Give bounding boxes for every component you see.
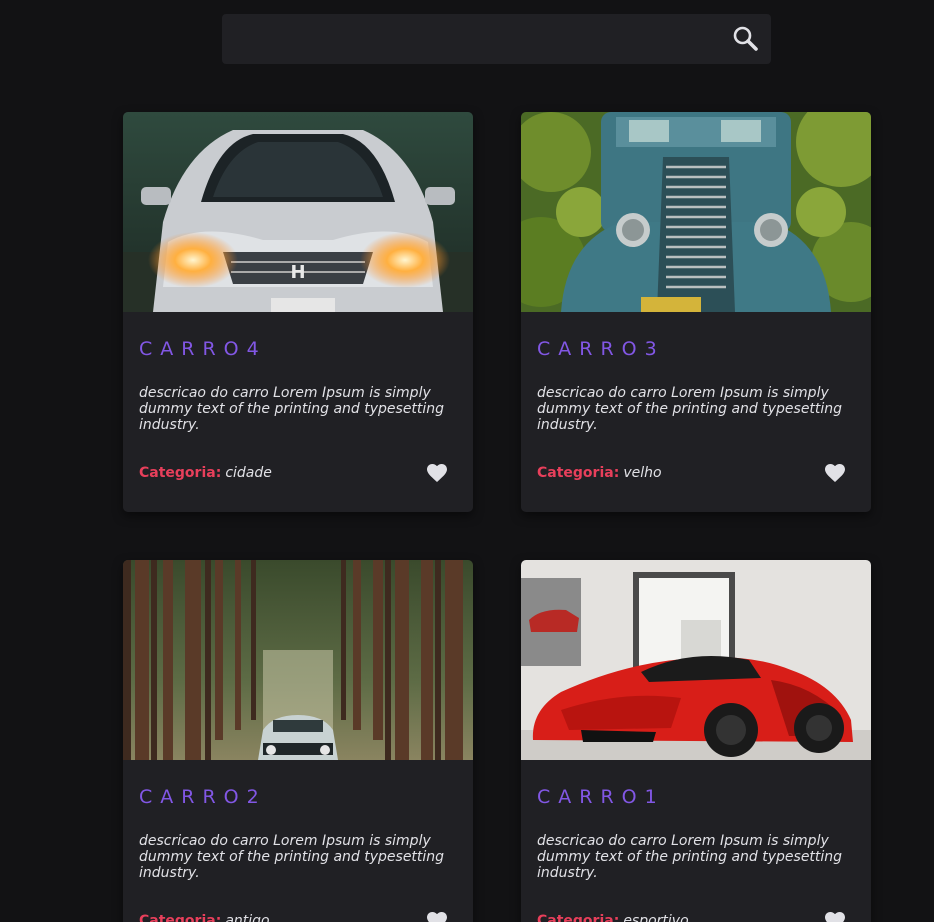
- card-footer: Categoria: esportivo: [537, 910, 855, 922]
- favorite-button[interactable]: [425, 909, 449, 922]
- car-card: CARRO2 descricao do carro Lorem Ipsum is…: [123, 560, 473, 922]
- car-title: CARRO2: [139, 786, 267, 808]
- car-image: [521, 560, 871, 760]
- card-footer: Categoria: velho: [537, 462, 855, 486]
- car-image: H: [123, 112, 473, 312]
- svg-text:H: H: [290, 262, 305, 283]
- category-label: Categoria:: [139, 465, 222, 481]
- car-description: descricao do carro Lorem Ipsum is simply…: [537, 385, 843, 433]
- car-description: descricao do carro Lorem Ipsum is simply…: [537, 833, 843, 881]
- car-card: CARRO3 descricao do carro Lorem Ipsum is…: [521, 112, 871, 512]
- card-footer: Categoria: cidade: [139, 462, 457, 486]
- category-label: Categoria:: [537, 465, 620, 481]
- heart-icon: [825, 464, 845, 482]
- search-bar: [222, 14, 771, 64]
- favorite-button[interactable]: [425, 461, 449, 485]
- car-title: CARRO4: [139, 338, 267, 360]
- search-button[interactable]: [731, 24, 761, 54]
- category-value: velho: [623, 465, 662, 481]
- category-value: esportivo: [623, 913, 689, 922]
- category-label: Categoria:: [537, 913, 620, 922]
- heart-icon: [825, 912, 845, 922]
- car-title: CARRO1: [537, 786, 665, 808]
- heart-icon: [427, 464, 447, 482]
- favorite-button[interactable]: [823, 461, 847, 485]
- car-description: descricao do carro Lorem Ipsum is simply…: [139, 833, 445, 881]
- car-card: CARRO1 descricao do carro Lorem Ipsum is…: [521, 560, 871, 922]
- page: H CARRO4 descricao do carro Lorem Ipsum …: [0, 0, 934, 922]
- search-icon: [733, 26, 758, 51]
- car-description: descricao do carro Lorem Ipsum is simply…: [139, 385, 445, 433]
- car-card: H CARRO4 descricao do carro Lorem Ipsum …: [123, 112, 473, 512]
- car-image: [123, 560, 473, 760]
- category-value: antigo: [225, 913, 270, 922]
- search-input[interactable]: [222, 14, 712, 64]
- favorite-button[interactable]: [823, 909, 847, 922]
- car-title: CARRO3: [537, 338, 665, 360]
- heart-icon: [427, 912, 447, 922]
- car-image: [521, 112, 871, 312]
- card-footer: Categoria: antigo: [139, 910, 457, 922]
- category-label: Categoria:: [139, 913, 222, 922]
- category-value: cidade: [225, 465, 272, 481]
